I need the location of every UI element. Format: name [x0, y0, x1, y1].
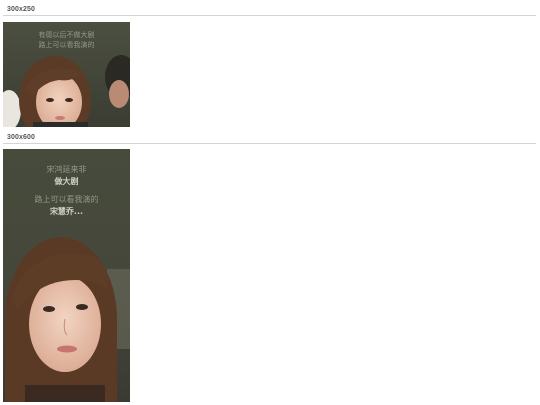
ad-headline-line1: 有德以后不做大剧: [38, 31, 95, 39]
ad-headline-line2: 路上可以看我演的: [38, 41, 95, 49]
section-divider: [3, 15, 536, 16]
ad-creative-300x250[interactable]: 有德以后不做大剧 路上可以看我演的: [3, 22, 130, 127]
section-divider: [3, 143, 536, 144]
ad-headline-line3: 路上可以看我演的: [34, 195, 99, 204]
ad-headline-line1: 宋鸿延来非: [46, 165, 87, 174]
ad-headline-line4: 宋慧乔...: [49, 207, 84, 216]
size-label-300x250: 300x250: [7, 6, 35, 13]
ad-creative-300x600[interactable]: 宋鸿延来非 做大剧 路上可以看我演的 宋慧乔...: [3, 149, 130, 402]
ad-preview-page: 300x250 有德以后不做大剧 路上可以看我演的 300x600 宋鸿延来非 …: [0, 0, 540, 405]
size-label-300x600: 300x600: [7, 134, 35, 141]
ad-headline-line2: 做大剧: [54, 177, 79, 186]
